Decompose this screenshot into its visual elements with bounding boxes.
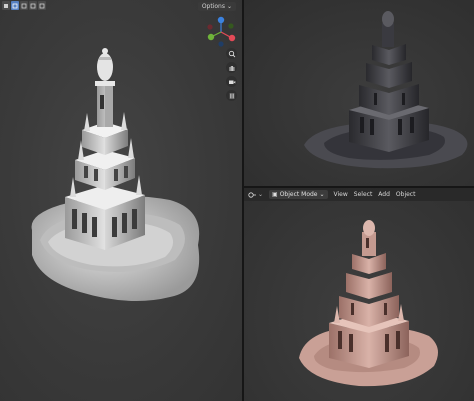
left-viewport[interactable]: Options ⌄ <box>0 0 242 401</box>
camera-view-icon[interactable] <box>226 76 237 87</box>
options-label: Options <box>201 3 225 10</box>
mode-label: Object Mode <box>279 191 318 198</box>
zoom-icon[interactable] <box>226 48 237 59</box>
chevron-down-icon: ⌄ <box>226 3 232 10</box>
y-axis-icon <box>207 33 215 41</box>
menu-add[interactable]: Add <box>378 191 390 198</box>
select-box-4-icon[interactable] <box>38 1 46 10</box>
select-box-2-icon[interactable] <box>20 1 28 10</box>
select-box-3-icon[interactable] <box>29 1 37 10</box>
tower-model-dark <box>304 11 468 169</box>
viewport-toolbar <box>0 0 46 11</box>
object-mode-icon[interactable] <box>2 1 10 10</box>
menu-object[interactable]: Object <box>396 191 416 198</box>
chevron-down-icon: ⌄ <box>319 191 325 198</box>
x-axis-icon <box>228 34 236 42</box>
neg-y-axis-icon <box>228 23 234 29</box>
menu-view[interactable]: View <box>334 191 348 198</box>
bottom-right-viewport[interactable]: ⌄ ▣ Object Mode ⌄ View Select Add Object <box>244 188 474 401</box>
object-mode-dropdown[interactable]: ▣ Object Mode ⌄ <box>269 190 328 199</box>
object-mode-icon: ▣ <box>272 191 278 198</box>
options-button[interactable]: Options ⌄ <box>197 2 236 11</box>
viewport-header: ⌄ ▣ Object Mode ⌄ View Select Add Object <box>244 188 474 201</box>
top-right-viewport[interactable] <box>244 0 474 186</box>
neg-x-axis-icon <box>207 24 213 30</box>
select-box-icon[interactable] <box>11 1 19 10</box>
pan-hand-icon[interactable] <box>226 62 237 73</box>
navigation-tools <box>226 48 237 101</box>
grid-view-icon[interactable] <box>226 90 237 101</box>
menu-select[interactable]: Select <box>354 191 373 198</box>
chevron-down-icon: ⌄ <box>258 191 264 198</box>
tower-model-gray <box>31 48 200 301</box>
editor-type-icon <box>248 191 256 198</box>
z-axis-icon <box>217 16 225 24</box>
tower-model-pink <box>299 220 438 387</box>
editor-type-selector[interactable]: ⌄ <box>248 191 263 199</box>
